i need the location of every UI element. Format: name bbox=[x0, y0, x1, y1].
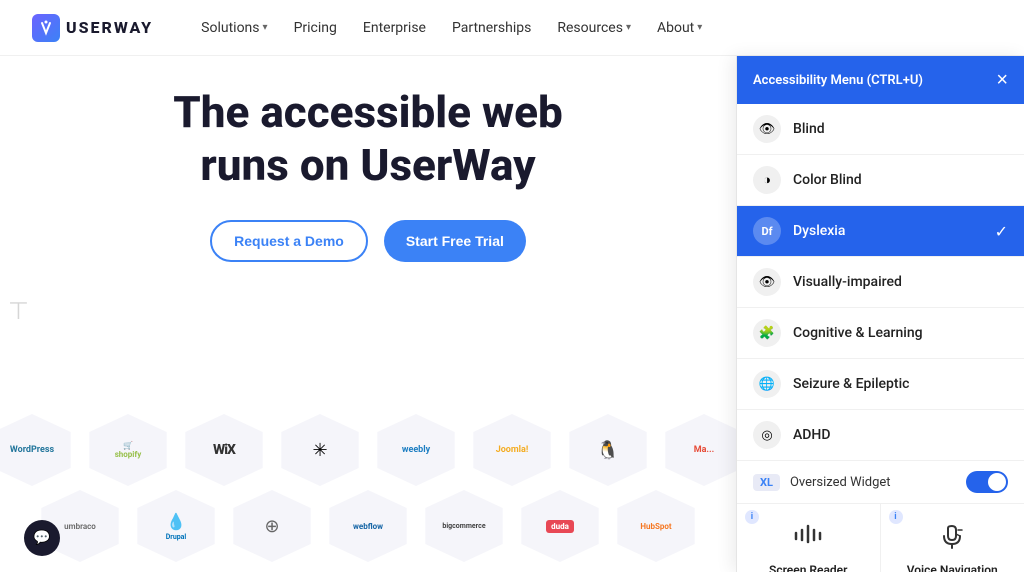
menu-item-visually-impaired[interactable]: 👁 Visually-impaired bbox=[737, 257, 1024, 308]
chevron-down-icon: ▾ bbox=[263, 22, 268, 33]
accessibility-menu: 👁 Blind ◑ Color Blind Df Dyslexia ✓ 👁 Vi… bbox=[737, 104, 1024, 461]
visually-impaired-icon: 👁 bbox=[753, 268, 781, 296]
logo[interactable]: USERWAY bbox=[32, 14, 153, 42]
info-badge: i bbox=[889, 510, 903, 524]
screen-reader-label: Screen Reader bbox=[769, 563, 847, 572]
cta-buttons: Request a Demo Start Free Trial bbox=[210, 220, 526, 262]
chat-bubble[interactable]: 💬 bbox=[24, 520, 60, 556]
accessibility-panel-header: Accessibility Menu (CTRL+U) × bbox=[737, 56, 1024, 104]
logo-text: USERWAY bbox=[66, 18, 153, 37]
logos-row-2: umbraco 💧 Drupal ⊕ webflow bigcommerce d… bbox=[35, 490, 701, 562]
feature-cards-grid: i Screen Reader i bbox=[737, 504, 1024, 572]
list-item: weebly bbox=[371, 414, 461, 486]
logo-icon bbox=[32, 14, 60, 42]
voice-navigation-icon bbox=[936, 518, 968, 557]
list-item: webflow bbox=[323, 490, 413, 562]
userway-logo-icon bbox=[38, 20, 54, 36]
list-item: Ma... bbox=[659, 414, 736, 486]
seizure-icon: 🌐 bbox=[753, 370, 781, 398]
list-item: 💧 Drupal bbox=[131, 490, 221, 562]
oversized-widget-row: XL Oversized Widget bbox=[737, 461, 1024, 504]
chevron-down-icon: ▾ bbox=[626, 22, 631, 33]
navbar: USERWAY Solutions ▾ Pricing Enterprise P… bbox=[0, 0, 1024, 56]
nav-item-resources[interactable]: Resources ▾ bbox=[545, 14, 643, 42]
info-badge: i bbox=[745, 510, 759, 524]
list-item: duda bbox=[515, 490, 605, 562]
menu-item-blind[interactable]: 👁 Blind bbox=[737, 104, 1024, 155]
accessibility-panel: Accessibility Menu (CTRL+U) × 👁 Blind ◑ … bbox=[736, 56, 1024, 572]
nav-item-enterprise[interactable]: Enterprise bbox=[351, 14, 438, 42]
list-item: 🐧 bbox=[563, 414, 653, 486]
close-button[interactable]: × bbox=[996, 70, 1008, 90]
cognitive-icon: 🧩 bbox=[753, 319, 781, 347]
menu-item-color-blind[interactable]: ◑ Color Blind bbox=[737, 155, 1024, 206]
menu-item-cognitive[interactable]: 🧩 Cognitive & Learning bbox=[737, 308, 1024, 359]
list-item: WiX bbox=[179, 414, 269, 486]
list-item: Joomla! bbox=[467, 414, 557, 486]
logos-row-1: WordPress 🛒 shopify WiX ✳ weebly Joomla! bbox=[0, 414, 736, 486]
cognitive-label: Cognitive & Learning bbox=[793, 325, 923, 341]
blind-icon: 👁 bbox=[753, 115, 781, 143]
logos-grid: WordPress 🛒 shopify WiX ✳ weebly Joomla! bbox=[0, 414, 736, 562]
color-blind-label: Color Blind bbox=[793, 172, 862, 188]
nav-item-about[interactable]: About ▾ bbox=[645, 14, 714, 42]
adhd-icon: ◎ bbox=[753, 421, 781, 449]
list-item: 🛒 shopify bbox=[83, 414, 173, 486]
menu-item-adhd[interactable]: ◎ ADHD bbox=[737, 410, 1024, 461]
panel-title: Accessibility Menu (CTRL+U) bbox=[753, 73, 923, 88]
list-item: WordPress bbox=[0, 414, 77, 486]
tilt-icon: ⊤ bbox=[8, 297, 29, 325]
list-item: ⊕ bbox=[227, 490, 317, 562]
voice-navigation-card[interactable]: i Voice Navigation bbox=[881, 504, 1024, 572]
seizure-label: Seizure & Epileptic bbox=[793, 376, 909, 392]
oversized-widget-toggle[interactable] bbox=[966, 471, 1008, 493]
nav-links: Solutions ▾ Pricing Enterprise Partnersh… bbox=[189, 14, 714, 42]
menu-item-dyslexia[interactable]: Df Dyslexia ✓ bbox=[737, 206, 1024, 257]
screen-reader-icon bbox=[792, 518, 824, 557]
request-demo-button[interactable]: Request a Demo bbox=[210, 220, 368, 262]
oversized-widget-label: Oversized Widget bbox=[790, 475, 956, 490]
blind-label: Blind bbox=[793, 121, 825, 137]
dyslexia-label: Dyslexia bbox=[793, 223, 983, 239]
voice-navigation-label: Voice Navigation bbox=[907, 563, 998, 572]
visually-impaired-label: Visually-impaired bbox=[793, 274, 902, 290]
nav-item-solutions[interactable]: Solutions ▾ bbox=[189, 14, 279, 42]
toggle-knob bbox=[988, 473, 1006, 491]
list-item: bigcommerce bbox=[419, 490, 509, 562]
list-item: ✳ bbox=[275, 414, 365, 486]
start-free-trial-button[interactable]: Start Free Trial bbox=[384, 220, 526, 262]
main-content: ⊤ The accessible web runs on UserWay Req… bbox=[0, 56, 736, 572]
menu-item-seizure[interactable]: 🌐 Seizure & Epileptic bbox=[737, 359, 1024, 410]
xl-badge: XL bbox=[753, 474, 780, 491]
hero-title: The accessible web runs on UserWay bbox=[173, 86, 563, 192]
color-blind-icon: ◑ bbox=[753, 166, 781, 194]
list-item: HubSpot bbox=[611, 490, 701, 562]
dyslexia-icon: Df bbox=[753, 217, 781, 245]
adhd-label: ADHD bbox=[793, 427, 831, 443]
screen-reader-card[interactable]: i Screen Reader bbox=[737, 504, 881, 572]
chevron-down-icon: ▾ bbox=[697, 22, 702, 33]
check-icon: ✓ bbox=[995, 222, 1008, 241]
nav-item-partnerships[interactable]: Partnerships bbox=[440, 14, 543, 42]
nav-item-pricing[interactable]: Pricing bbox=[282, 14, 349, 42]
